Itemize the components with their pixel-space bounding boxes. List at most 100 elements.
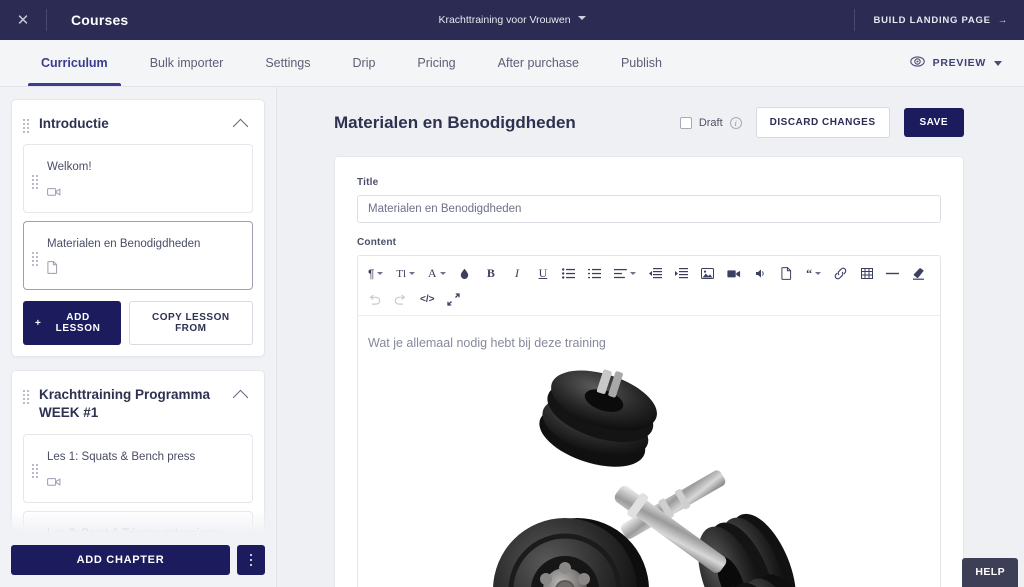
topbar-divider-right: [854, 9, 856, 31]
draft-toggle[interactable]: Draft i: [679, 116, 742, 129]
drag-handle-icon[interactable]: [23, 119, 29, 133]
rte-toolbar: ¶ Tl A B I U “ </>: [358, 256, 940, 316]
dumbbells-photo: [469, 368, 829, 587]
tab-label: Bulk importer: [149, 56, 224, 70]
rte-toolbar-row-2: </>: [364, 289, 934, 310]
clear-formatting-icon[interactable]: [908, 263, 929, 284]
save-button[interactable]: SAVE: [903, 108, 964, 137]
lesson-body: Les 2: Borst & Triceps extensions: [47, 524, 242, 536]
horizontal-rule-icon[interactable]: [882, 263, 903, 284]
tab-curriculum[interactable]: Curriculum: [20, 40, 129, 86]
kebab-menu-icon[interactable]: [237, 545, 265, 575]
insert-video-icon[interactable]: [723, 263, 745, 284]
info-icon[interactable]: i: [729, 116, 742, 129]
chevron-up-icon[interactable]: [232, 118, 249, 135]
chapter-header[interactable]: Krachttraining Programma WEEK #1: [12, 371, 264, 433]
video-camera-icon: [47, 184, 242, 202]
bold-icon[interactable]: B: [480, 263, 501, 284]
lesson-item-selected[interactable]: Materialen en Benodigdheden: [23, 221, 253, 291]
tab-drip[interactable]: Drip: [332, 40, 397, 86]
drag-handle-icon[interactable]: [32, 464, 38, 479]
tab-label: Pricing: [417, 56, 456, 70]
tab-label: Drip: [352, 56, 376, 70]
lesson-title: Les 2: Borst & Triceps extensions: [47, 527, 218, 536]
tab-pricing[interactable]: Pricing: [396, 40, 476, 86]
chapter-title: Krachttraining Programma WEEK #1: [39, 387, 211, 421]
text-color-icon[interactable]: [454, 263, 475, 284]
chevron-down-icon: [994, 60, 1002, 66]
lesson-title: Les 1: Squats & Bench press: [47, 450, 196, 463]
chapter-card: Krachttraining Programma WEEK #1 Les 1: …: [11, 370, 265, 536]
draft-label: Draft: [698, 116, 723, 129]
insert-audio-icon[interactable]: [750, 263, 771, 284]
tab-label: Curriculum: [41, 56, 108, 70]
undo-icon: [364, 289, 385, 310]
main-inner: Materialen en Benodigdheden Draft i DISC…: [277, 87, 1024, 587]
chapter-actions: + ADD LESSON COPY LESSON FROM: [12, 298, 264, 346]
drag-handle-icon[interactable]: [32, 174, 38, 189]
rich-text-editor: ¶ Tl A B I U “ </> Wat je allemaal nodig…: [357, 255, 941, 587]
title-field-block: Title: [357, 177, 941, 223]
rte-content-area[interactable]: Wat je allemaal nodig hebt bij deze trai…: [358, 316, 940, 587]
indent-icon[interactable]: [671, 263, 692, 284]
insert-table-icon[interactable]: [856, 263, 877, 284]
close-icon[interactable]: ✕: [0, 13, 46, 28]
title-field-label: Title: [357, 177, 379, 188]
brand-label: Courses: [71, 12, 129, 28]
preview-button[interactable]: PREVIEW: [909, 40, 1024, 86]
add-lesson-label: ADD LESSON: [55, 312, 101, 335]
chevron-up-icon[interactable]: [232, 389, 249, 406]
font-size-icon[interactable]: A: [424, 263, 450, 284]
tab-bar: Curriculum Bulk importer Settings Drip P…: [0, 40, 1024, 87]
build-landing-page-label: BUILD LANDING PAGE: [873, 14, 991, 26]
draft-checkbox[interactable]: [679, 116, 692, 129]
italic-icon[interactable]: I: [506, 263, 527, 284]
outdent-icon[interactable]: [645, 263, 666, 284]
add-chapter-button[interactable]: ADD CHAPTER: [11, 545, 230, 575]
title-input[interactable]: [357, 195, 941, 223]
redo-icon: [390, 289, 411, 310]
document-icon: [47, 261, 242, 279]
main-content: Materialen en Benodigdheden Draft i DISC…: [277, 87, 1024, 587]
help-button[interactable]: HELP: [962, 558, 1018, 587]
course-picker[interactable]: Krachttraining voor Vrouwen: [438, 14, 586, 26]
insert-image-icon[interactable]: [697, 263, 718, 284]
chapter-card: Introductie Welkom! Materialen en Benodi…: [11, 99, 265, 358]
fullscreen-icon[interactable]: [443, 289, 464, 310]
add-lesson-button[interactable]: + ADD LESSON: [23, 301, 121, 346]
discard-changes-button[interactable]: DISCARD CHANGES: [755, 107, 890, 138]
sidebar-scroll-area[interactable]: Introductie Welkom! Materialen en Benodi…: [0, 87, 276, 536]
lesson-item[interactable]: Welkom!: [23, 144, 253, 214]
ordered-list-icon[interactable]: [584, 263, 605, 284]
blockquote-icon[interactable]: “: [802, 263, 825, 284]
paragraph-format-icon[interactable]: ¶: [364, 263, 387, 284]
lesson-title: Welkom!: [47, 161, 92, 174]
rte-toolbar-row-1: ¶ Tl A B I U “: [364, 263, 934, 284]
lesson-item[interactable]: Les 1: Squats & Bench press: [23, 433, 253, 503]
build-landing-page-button[interactable]: BUILD LANDING PAGE →: [873, 15, 1024, 26]
lesson-item[interactable]: Les 2: Borst & Triceps extensions: [23, 510, 253, 536]
lesson-body: Les 1: Squats & Bench press: [47, 447, 242, 492]
copy-lesson-from-button[interactable]: COPY LESSON FROM: [128, 301, 253, 346]
chapter-header[interactable]: Introductie: [12, 100, 264, 144]
font-family-icon[interactable]: Tl: [392, 263, 419, 284]
insert-link-icon[interactable]: [830, 263, 851, 284]
unordered-list-icon[interactable]: [558, 263, 579, 284]
tab-bulk-importer[interactable]: Bulk importer: [129, 40, 245, 86]
tab-settings[interactable]: Settings: [244, 40, 331, 86]
code-view-icon[interactable]: </>: [416, 289, 438, 310]
top-navbar: ✕ Courses Krachttraining voor Vrouwen BU…: [0, 0, 1024, 40]
drag-handle-icon[interactable]: [32, 251, 38, 266]
content-paragraph: Wat je allemaal nodig hebt bij deze trai…: [368, 336, 606, 350]
underline-icon[interactable]: U: [532, 263, 553, 284]
tab-label: After purchase: [497, 56, 579, 70]
course-name-label: Krachttraining voor Vrouwen: [438, 14, 571, 26]
tab-list: Curriculum Bulk importer Settings Drip P…: [0, 40, 683, 86]
insert-file-icon[interactable]: [776, 263, 797, 284]
sidebar-footer: ADD CHAPTER: [0, 536, 276, 587]
tab-publish[interactable]: Publish: [600, 40, 683, 86]
drag-handle-icon[interactable]: [23, 390, 29, 405]
tab-after-purchase[interactable]: After purchase: [477, 40, 600, 86]
tab-label: Publish: [620, 56, 662, 70]
align-icon[interactable]: [610, 263, 640, 284]
